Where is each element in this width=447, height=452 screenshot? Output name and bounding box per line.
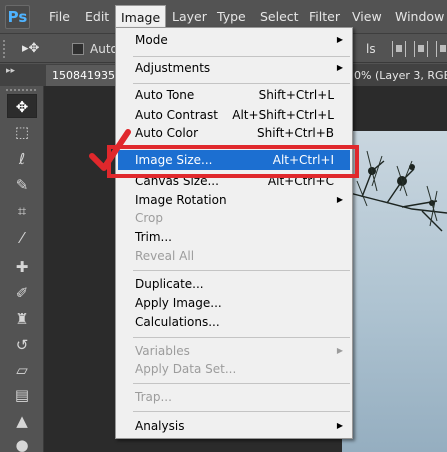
- menu-item-auto-color[interactable]: Auto Color Shift+Ctrl+B: [116, 123, 352, 143]
- align-left-icon[interactable]: [392, 41, 406, 57]
- menu-item-mode[interactable]: Mode ▶: [116, 30, 352, 50]
- menu-item-variables: Variables ▶: [116, 341, 352, 361]
- menu-item-auto-tone[interactable]: Auto Tone Shift+Ctrl+L: [116, 85, 352, 105]
- align-right-icon[interactable]: [436, 41, 447, 57]
- brush-tool-icon[interactable]: ✐: [7, 281, 37, 305]
- transform-controls-label: ls: [366, 42, 376, 56]
- menu-item-apply-image[interactable]: Apply Image...: [116, 293, 352, 313]
- menu-separator: [133, 337, 350, 338]
- toolbox-grip[interactable]: [6, 89, 36, 92]
- menu-separator: [133, 411, 350, 412]
- healing-brush-tool-icon[interactable]: ✚: [7, 255, 37, 279]
- lasso-tool-icon[interactable]: ℓ: [7, 147, 37, 171]
- menu-separator: [133, 83, 350, 84]
- submenu-arrow-icon: ▶: [336, 195, 343, 204]
- marquee-tool-icon[interactable]: ⬚: [7, 120, 37, 144]
- menu-edit[interactable]: Edit: [85, 0, 109, 34]
- menu-separator: [133, 56, 350, 57]
- menu-item-analysis[interactable]: Analysis ▶: [116, 416, 352, 436]
- eyedropper-tool-icon[interactable]: ⁄: [7, 226, 37, 250]
- menu-separator: [133, 383, 350, 384]
- menu-item-trap: Trap...: [135, 390, 172, 404]
- menu-item-image-rotation[interactable]: Image Rotation ▶: [116, 190, 352, 210]
- menu-file[interactable]: File: [49, 0, 70, 34]
- clone-stamp-tool-icon[interactable]: ♜: [7, 307, 37, 331]
- submenu-arrow-icon: ▶: [336, 63, 343, 72]
- menu-item-crop: Crop: [135, 211, 164, 225]
- options-grip[interactable]: [3, 40, 7, 58]
- quick-select-tool-icon[interactable]: ✎: [7, 173, 37, 197]
- menu-item-adjustments[interactable]: Adjustments ▶: [116, 58, 352, 78]
- submenu-arrow-icon: ▶: [336, 35, 343, 44]
- move-tool-preset-icon[interactable]: ▸✥: [22, 39, 62, 59]
- annotation-highlight-box: [107, 145, 359, 178]
- history-brush-tool-icon[interactable]: ↺: [7, 333, 37, 357]
- photoshop-logo: Ps: [5, 5, 30, 29]
- document-tab-info[interactable]: 0% (Layer 3, RGB/: [354, 65, 447, 86]
- menu-window[interactable]: Window: [395, 0, 444, 34]
- menu-item-calculations[interactable]: Calculations...: [116, 312, 352, 332]
- crop-tool-icon[interactable]: ⌗: [7, 199, 37, 223]
- checkmark-annotation-icon: [89, 129, 131, 171]
- document-tab[interactable]: 1508419358: [46, 65, 118, 86]
- move-tool-icon[interactable]: ✥: [7, 94, 37, 118]
- blur-tool-icon[interactable]: ▲: [7, 409, 37, 433]
- menu-item-auto-contrast[interactable]: Auto Contrast Alt+Shift+Ctrl+L: [116, 105, 352, 125]
- menu-item-duplicate[interactable]: Duplicate...: [116, 274, 352, 294]
- eraser-tool-icon[interactable]: ▱: [7, 358, 37, 382]
- auto-select-checkbox[interactable]: [72, 43, 84, 55]
- menu-separator: [133, 270, 350, 271]
- submenu-arrow-icon: ▶: [336, 346, 343, 355]
- gradient-tool-icon[interactable]: ▤: [7, 383, 37, 407]
- menu-item-trim[interactable]: Trim...: [116, 227, 352, 247]
- dodge-tool-icon[interactable]: ●: [7, 433, 37, 452]
- menu-view[interactable]: View: [352, 0, 382, 34]
- menu-item-apply-data-set: Apply Data Set...: [135, 362, 237, 376]
- collapse-panel-icon[interactable]: ▸▸: [6, 66, 15, 76]
- image-menu: Mode ▶ Adjustments ▶ Auto Tone Shift+Ctrl+L…: [115, 27, 353, 439]
- menu-item-reveal-all: Reveal All: [135, 249, 195, 263]
- canvas-image: [342, 131, 447, 452]
- align-center-icon[interactable]: [414, 41, 428, 57]
- submenu-arrow-icon: ▶: [336, 421, 343, 430]
